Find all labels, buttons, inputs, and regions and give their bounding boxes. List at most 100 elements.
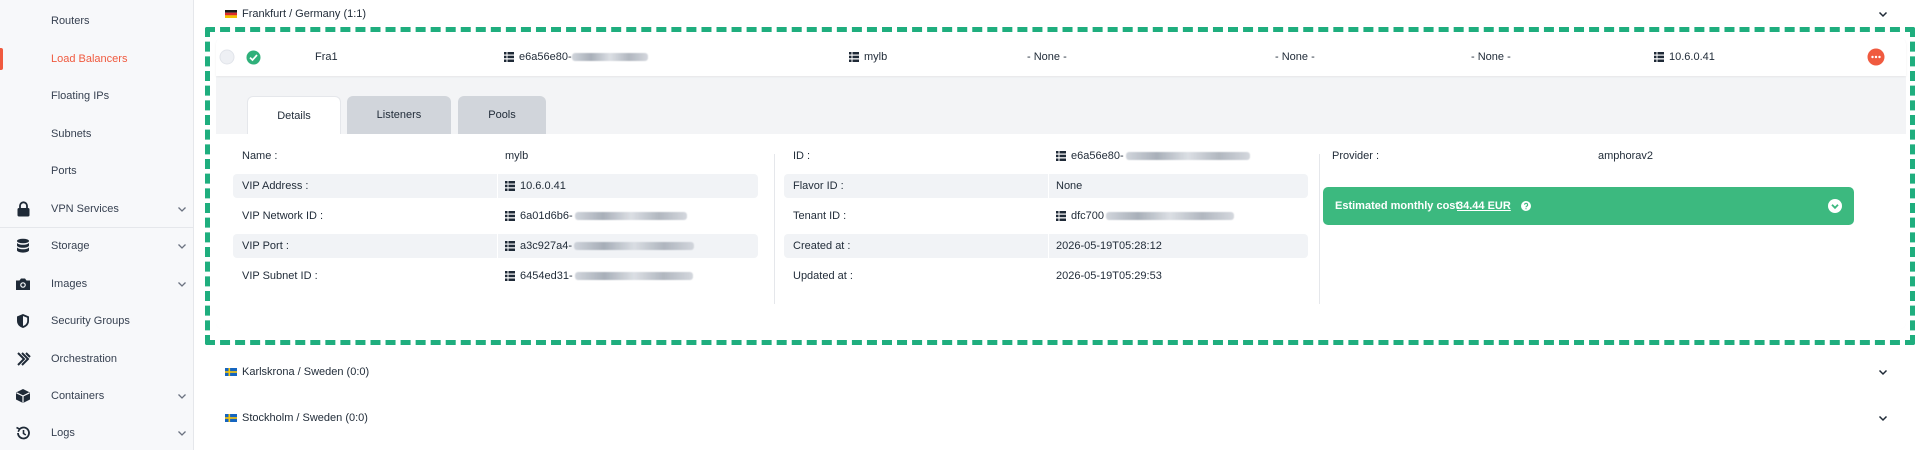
sidebar-item-label: Logs <box>51 427 75 439</box>
region-row-karlskrona[interactable]: Karlskrona / Sweden (0:0) <box>195 358 1920 386</box>
detail-key: VIP Port : <box>242 240 289 252</box>
orchestration-icon <box>14 350 32 368</box>
region-row-stockholm[interactable]: Stockholm / Sweden (0:0) <box>195 404 1920 432</box>
history-icon <box>14 424 32 442</box>
database-icon <box>14 237 32 255</box>
detail-key: ID : <box>793 150 811 162</box>
sidebar-item-routers[interactable]: Routers <box>0 3 194 39</box>
load-balancer-card: Fra1 e6a56e80- mylb - None - - None - - … <box>216 38 1906 329</box>
sidebar-item-security-groups[interactable]: Security Groups <box>0 303 194 339</box>
detail-vip-subnet-id: VIP Subnet ID : 6454ed31- <box>233 264 758 288</box>
detail-key: Provider : <box>1332 150 1380 162</box>
detail-value-wrap[interactable]: 10.6.0.41 <box>505 174 566 198</box>
detail-value: 6a01d6b6- <box>520 210 573 222</box>
detail-provider: Provider : amphorav2 <box>1323 144 1854 168</box>
lb-name-text: mylb <box>864 51 888 63</box>
detail-vip-address: VIP Address : 10.6.0.41 <box>233 174 758 198</box>
lb-ip-cell[interactable]: 10.6.0.41 <box>1654 38 1715 76</box>
tab-pools[interactable]: Pools <box>458 96 546 134</box>
cell-divider <box>1048 174 1049 198</box>
region-label: Stockholm / Sweden (0:0) <box>242 412 368 424</box>
sidebar-item-label: Subnets <box>51 128 92 140</box>
sidebar-item-label: Security Groups <box>51 315 130 327</box>
sidebar: Routers Load Balancers Floating IPs Subn… <box>0 0 194 450</box>
chevron-down-icon <box>1878 369 1888 376</box>
chevron-down-icon <box>178 207 186 212</box>
lb-name-cell[interactable]: mylb <box>849 38 887 76</box>
detail-value: amphorav2 <box>1598 150 1654 162</box>
region-label: Karlskrona / Sweden (0:0) <box>242 366 370 378</box>
sidebar-item-label: Orchestration <box>51 353 118 365</box>
tab-listeners[interactable]: Listeners <box>347 96 451 134</box>
detail-value: e6a56e80- <box>1071 150 1124 162</box>
camera-icon <box>14 275 32 293</box>
cell-divider <box>497 174 498 198</box>
table-icon <box>505 181 515 191</box>
detail-created-at: Created at : 2026-05-19T05:28:12 <box>784 234 1308 258</box>
sidebar-item-ports[interactable]: Ports <box>0 153 194 189</box>
detail-value: mylb <box>505 150 529 162</box>
sidebar-item-label: Images <box>51 278 88 290</box>
sidebar-item-containers[interactable]: Containers <box>0 378 194 414</box>
tab-details[interactable]: Details <box>247 96 341 134</box>
lb-id-cell[interactable]: e6a56e80- <box>504 38 648 76</box>
redacted-text <box>574 212 687 220</box>
help-icon[interactable] <box>1521 201 1531 211</box>
sidebar-item-label: Floating IPs <box>51 90 110 102</box>
region-row-frankfurt[interactable]: Frankfurt / Germany (1:1) <box>195 0 1920 28</box>
lb-region-name: Fra1 <box>315 51 338 63</box>
column-divider <box>1319 154 1320 304</box>
lb-col-none-2: - None - <box>1275 51 1315 63</box>
status-ok-icon <box>246 38 261 76</box>
shield-icon <box>14 312 32 330</box>
detail-value: 2026-05-19T05:29:53 <box>1056 270 1162 282</box>
sidebar-item-floating-ips[interactable]: Floating IPs <box>0 78 194 114</box>
sidebar-item-load-balancers[interactable]: Load Balancers <box>0 41 194 77</box>
tab-label: Details <box>277 109 311 122</box>
sidebar-item-logs[interactable]: Logs <box>0 415 194 450</box>
detail-value-wrap[interactable]: 6454ed31- <box>505 264 693 288</box>
column-divider <box>774 154 775 304</box>
detail-key: VIP Network ID : <box>242 210 324 222</box>
table-icon <box>1056 151 1066 161</box>
sidebar-item-orchestration[interactable]: Orchestration <box>0 341 194 377</box>
region-label: Frankfurt / Germany (1:1) <box>242 8 367 20</box>
tab-label: Listeners <box>376 109 422 121</box>
table-icon <box>849 52 859 62</box>
redacted-text <box>574 272 693 280</box>
table-icon <box>504 52 514 62</box>
sidebar-item-label: VPN Services <box>51 203 119 215</box>
detail-vip-port: VIP Port : a3c927a4- <box>233 234 758 258</box>
row-select-checkbox[interactable] <box>219 38 235 76</box>
germany-flag-icon <box>225 10 237 18</box>
sidebar-item-images[interactable]: Images <box>0 266 194 302</box>
redacted-text <box>1125 152 1250 160</box>
chevron-down-icon <box>178 394 186 399</box>
cost-value-link[interactable]: 34.44 EUR <box>1457 187 1511 225</box>
more-actions-button[interactable] <box>1867 38 1885 76</box>
sidebar-item-storage[interactable]: Storage <box>0 228 194 264</box>
redacted-text <box>571 53 648 61</box>
load-balancer-row[interactable]: Fra1 e6a56e80- mylb - None - - None - - … <box>216 38 1906 76</box>
detail-value: 10.6.0.41 <box>520 180 566 192</box>
lb-id-text: e6a56e80- <box>519 51 572 63</box>
sidebar-item-subnets[interactable]: Subnets <box>0 116 194 152</box>
lb-col-none-3: - None - <box>1471 51 1511 63</box>
detail-key: Tenant ID : <box>793 210 847 222</box>
lock-icon <box>14 200 32 218</box>
chevron-circle-down-icon[interactable] <box>1828 199 1842 213</box>
table-icon <box>505 241 515 251</box>
detail-value-wrap[interactable]: e6a56e80- <box>1056 144 1250 168</box>
detail-value-wrap[interactable]: dfc700 <box>1056 204 1235 228</box>
sidebar-item-label: Routers <box>51 15 90 27</box>
detail-key: Updated at : <box>793 270 853 282</box>
estimated-cost-banner[interactable]: Estimated monthly cost 34.44 EUR <box>1323 187 1854 225</box>
cell-divider <box>1048 234 1049 258</box>
chevron-down-icon <box>178 431 186 436</box>
sidebar-item-vpn-services[interactable]: VPN Services <box>0 191 194 227</box>
detail-value: a3c927a4- <box>520 240 572 252</box>
detail-value: None <box>1056 180 1083 192</box>
detail-value-wrap[interactable]: a3c927a4- <box>505 234 694 258</box>
sweden-flag-icon <box>225 368 237 376</box>
detail-value-wrap[interactable]: 6a01d6b6- <box>505 204 687 228</box>
